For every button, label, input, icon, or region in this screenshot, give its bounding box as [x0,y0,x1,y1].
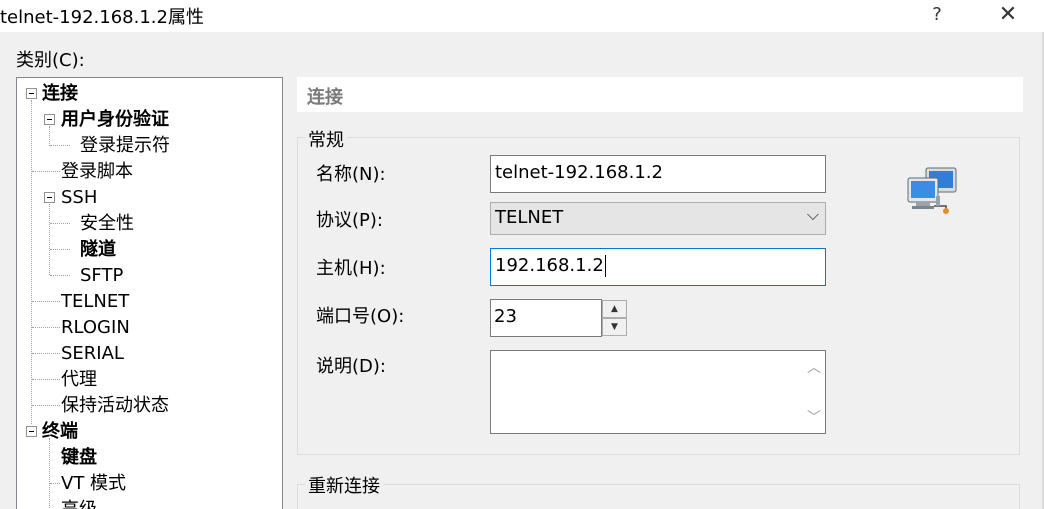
tree-item-serial[interactable]: SERIAL [61,341,124,367]
tree-item-rlogin[interactable]: RLOGIN [61,315,130,341]
tree-connector [32,301,60,302]
spin-down-button[interactable]: ▼ [602,318,627,336]
tree-connector [32,171,60,172]
tree-item-connection[interactable]: 连接 [42,81,78,107]
protocol-label: 协议(P): [316,210,383,231]
tree-connector [32,327,60,328]
tree-connector [31,100,32,424]
tree-item-security[interactable]: 安全性 [80,211,134,237]
port-input[interactable]: 23 [490,299,602,337]
tree-item-telnet[interactable]: TELNET [61,289,129,315]
protocol-value: TELNET [495,207,564,228]
network-computers-icon [906,166,960,216]
description-label: 说明(D): [316,356,386,377]
tree-connector [49,204,50,275]
category-label: 类别(C): [16,50,85,71]
chevron-down-icon: ⌵ [806,205,819,224]
tree-connector [50,249,70,250]
protocol-select[interactable]: TELNET ⌵ [490,202,826,235]
tree-connector [50,483,60,484]
tree-item-ssh[interactable]: SSH [61,185,97,211]
tree-connector [32,405,60,406]
tree-item-advanced[interactable]: 高级 [61,497,97,509]
collapse-icon[interactable] [26,88,37,99]
tree-connector [32,353,60,354]
tree-item-keepalive[interactable]: 保持活动状态 [61,393,169,419]
tree-connector [50,275,70,276]
name-label: 名称(N): [316,164,386,185]
tree-item-keyboard[interactable]: 键盘 [61,445,97,471]
tree-item-terminal[interactable]: 终端 [42,419,78,445]
collapse-icon[interactable] [44,192,55,203]
scroll-up-icon[interactable]: ︿ [807,357,821,377]
reconnect-group [297,484,1020,509]
section-header: 连接 [297,77,1023,112]
port-label: 端口号(O): [316,306,405,327]
general-group-title: 常规 [305,126,347,152]
host-label: 主机(H): [316,258,386,279]
description-textarea[interactable]: ︿ ﹀ [490,350,826,434]
title-bar: telnet-192.168.1.2属性 ? ✕ [0,0,1044,32]
tree-connector [50,223,70,224]
name-input[interactable]: telnet-192.168.1.2 [490,155,826,193]
tree-item-user-auth[interactable]: 用户身份验证 [61,107,169,133]
collapse-icon[interactable] [26,426,37,437]
spin-up-button[interactable]: ▲ [602,300,627,318]
category-tree[interactable]: 连接 用户身份验证 登录提示符 登录脚本 SSH 安全性 隧道 SFTP TEL… [16,77,283,509]
tree-item-proxy[interactable]: 代理 [61,367,97,393]
close-button[interactable]: ✕ [990,0,1026,32]
text-caret [604,255,606,277]
tree-item-login-script[interactable]: 登录脚本 [61,159,133,185]
tree-item-vt-mode[interactable]: VT 模式 [61,471,126,497]
tree-connector [49,438,50,509]
scroll-down-icon[interactable]: ﹀ [807,407,821,427]
name-value: telnet-192.168.1.2 [495,162,663,183]
host-input[interactable]: 192.168.1.2 [490,248,826,286]
reconnect-group-title: 重新连接 [305,472,383,498]
window-title: telnet-192.168.1.2属性 [0,7,204,28]
collapse-icon[interactable] [44,114,55,125]
help-button[interactable]: ? [922,0,952,32]
tree-connector [49,126,50,146]
tree-item-sftp[interactable]: SFTP [80,263,123,289]
tree-item-tunnel[interactable]: 隧道 [80,237,116,263]
section-title: 连接 [307,87,343,108]
tree-item-login-prompt[interactable]: 登录提示符 [80,133,170,159]
tree-connector [50,145,70,146]
host-value: 192.168.1.2 [495,255,604,276]
tree-connector [32,379,60,380]
port-value: 23 [494,306,517,327]
